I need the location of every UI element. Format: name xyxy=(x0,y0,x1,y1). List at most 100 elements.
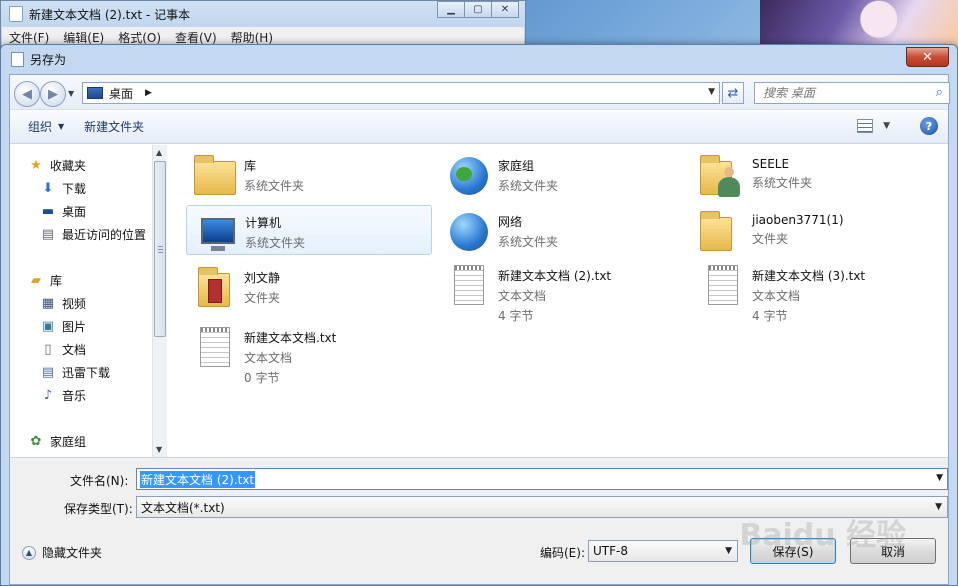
file-name: 新建文本文档.txt xyxy=(244,331,337,345)
nav-item-desktop[interactable]: ▬ 桌面 xyxy=(40,203,86,220)
address-bar[interactable]: 桌面 ▶ ▼ xyxy=(82,82,720,104)
file-item-computer[interactable]: 计算机 系统文件夹 xyxy=(186,205,432,255)
file-item-network[interactable]: 网络 系统文件夹 xyxy=(440,205,686,255)
filename-field[interactable]: 新建文本文档 (2).txt ▼ xyxy=(136,468,948,490)
file-item-homegroup[interactable]: 家庭组 系统文件夹 xyxy=(440,149,686,199)
notepad-icon xyxy=(9,6,23,22)
downloads-icon: ⬇ xyxy=(42,181,54,196)
star-icon: ★ xyxy=(30,158,42,173)
nav-item-thunder-downloads[interactable]: ▤ 迅雷下载 xyxy=(40,364,110,381)
filename-input[interactable]: 新建文本文档 (2).txt xyxy=(140,470,256,488)
file-item-txt-3[interactable]: 新建文本文档 (3).txt 文本文档 4 字节 xyxy=(694,259,940,323)
help-button[interactable]: ? xyxy=(920,117,938,135)
chevron-down-icon: ▼ xyxy=(935,502,942,512)
change-view-button[interactable]: ▼ xyxy=(857,119,890,133)
nav-item-recent-places[interactable]: ▤ 最近访问的位置 xyxy=(40,226,146,243)
encoding-select[interactable]: UTF-8 ▼ xyxy=(588,540,738,562)
search-icon[interactable]: ⌕ xyxy=(936,85,943,100)
nav-item-label: 视频 xyxy=(62,297,87,311)
file-name: 新建文本文档 (3).txt xyxy=(752,269,866,283)
notepad-title: 新建文本文档 (2).txt - 记事本 xyxy=(29,7,191,22)
nav-item-pictures[interactable]: ▣ 图片 xyxy=(40,318,86,335)
text-file-icon xyxy=(190,325,238,371)
forward-button[interactable]: ▶ xyxy=(40,81,66,107)
file-name: 家庭组 xyxy=(498,159,535,173)
nav-scrollbar[interactable]: ▲ ▼ xyxy=(152,145,167,457)
forward-arrow-icon: ▶ xyxy=(48,86,58,102)
minimize-button[interactable]: ▁ xyxy=(437,1,465,18)
dialog-title-bar: 另存为 xyxy=(11,51,66,68)
homegroup-icon xyxy=(444,153,492,199)
file-size: 4 字节 xyxy=(752,309,788,323)
video-icon: ▦ xyxy=(41,296,55,311)
scroll-up-icon[interactable]: ▲ xyxy=(156,148,162,157)
back-arrow-icon: ◀ xyxy=(22,86,32,102)
nav-item-label: 最近访问的位置 xyxy=(62,228,147,242)
nav-libraries-label: 库 xyxy=(50,274,63,288)
thunder-download-icon: ▤ xyxy=(41,365,55,380)
nav-libraries[interactable]: ▰ 库 xyxy=(28,272,62,289)
nav-item-videos[interactable]: ▦ 视频 xyxy=(40,295,86,312)
file-item-seele[interactable]: SEELE 系统文件夹 xyxy=(694,149,940,199)
back-button[interactable]: ◀ xyxy=(14,81,40,107)
view-icon xyxy=(857,119,874,133)
address-row: ◀ ▶ ▼ 桌面 ▶ ▼ ⇄ ⌕ xyxy=(10,75,950,110)
library-folder-icon xyxy=(190,153,238,199)
help-icon: ? xyxy=(925,119,933,133)
encoding-value: UTF-8 xyxy=(593,544,628,558)
nav-item-music[interactable]: ♪ 音乐 xyxy=(40,387,86,404)
nav-homegroup[interactable]: ✿ 家庭组 xyxy=(28,433,86,450)
file-item-txt-2[interactable]: 新建文本文档 (2).txt 文本文档 4 字节 xyxy=(440,259,686,323)
address-dropdown-icon[interactable]: ▼ xyxy=(708,87,715,97)
file-type: 文本文档 xyxy=(752,289,801,303)
organize-button[interactable]: 组织 ▼ xyxy=(18,118,74,135)
file-item-library[interactable]: 库系统文件夹 xyxy=(186,149,432,199)
network-icon xyxy=(444,209,492,255)
file-size: 0 字节 xyxy=(244,371,280,385)
user-folder-icon xyxy=(698,153,746,199)
nav-item-downloads[interactable]: ⬇ 下载 xyxy=(40,180,86,197)
file-name: 新建文本文档 (2).txt xyxy=(498,269,612,283)
scroll-thumb[interactable] xyxy=(154,161,166,337)
address-location[interactable]: 桌面 xyxy=(109,85,133,102)
dialog-close-button[interactable]: ✕ xyxy=(906,47,949,67)
file-type: 系统文件夹 xyxy=(244,179,305,193)
nav-item-label: 音乐 xyxy=(62,389,87,403)
hide-folders-button[interactable]: ▲ 隐藏文件夹 xyxy=(22,544,102,561)
text-file-icon xyxy=(698,263,746,309)
file-item-liuwenjing[interactable]: 刘文静 文件夹 xyxy=(186,261,432,311)
new-folder-button[interactable]: 新建文件夹 xyxy=(74,118,154,135)
desktop-wallpaper xyxy=(760,0,958,48)
encoding-label: 编码(E): xyxy=(540,546,585,560)
refresh-button[interactable]: ⇄ xyxy=(722,82,744,104)
save-as-dialog: 另存为 ✕ ◀ ▶ ▼ 桌面 ▶ ▼ ⇄ ⌕ 组织 ▼ xyxy=(0,44,958,586)
file-item-jiaoben[interactable]: jiaoben3771(1) 文件夹 xyxy=(694,205,940,255)
file-type: 文本文档 xyxy=(244,351,293,365)
file-item-txt[interactable]: 新建文本文档.txt 文本文档 0 字节 xyxy=(186,321,432,385)
dialog-title: 另存为 xyxy=(30,53,67,67)
recent-locations-dropdown[interactable]: ▼ xyxy=(68,89,74,98)
document-icon: ▯ xyxy=(44,342,52,357)
chevron-down-icon: ▼ xyxy=(725,546,732,556)
nav-favorites[interactable]: ★ 收藏夹 xyxy=(28,157,86,174)
command-toolbar: 组织 ▼ 新建文件夹 ▼ ? xyxy=(10,110,948,144)
file-type: 文件夹 xyxy=(244,291,281,305)
file-name: 计算机 xyxy=(245,216,282,230)
grip-icon xyxy=(158,246,163,254)
file-name: SEELE xyxy=(752,157,790,171)
maximize-button[interactable]: ▢ xyxy=(464,1,492,18)
file-type: 系统文件夹 xyxy=(245,236,306,250)
close-button[interactable]: ✕ xyxy=(491,1,519,18)
nav-item-documents[interactable]: ▯ 文档 xyxy=(40,341,86,358)
file-type: 系统文件夹 xyxy=(752,176,813,190)
folder-icon xyxy=(190,265,238,311)
notepad-caption-buttons: ▁ ▢ ✕ xyxy=(437,1,519,18)
file-type: 文件夹 xyxy=(752,232,789,246)
breadcrumb-arrow-icon[interactable]: ▶ xyxy=(145,88,152,98)
filename-label: 文件名(N): xyxy=(70,474,129,488)
search-input[interactable] xyxy=(763,86,923,100)
nav-item-label: 桌面 xyxy=(62,205,87,219)
chevron-down-icon[interactable]: ▼ xyxy=(936,473,943,483)
search-box[interactable]: ⌕ xyxy=(754,82,950,104)
scroll-down-icon[interactable]: ▼ xyxy=(156,445,162,454)
